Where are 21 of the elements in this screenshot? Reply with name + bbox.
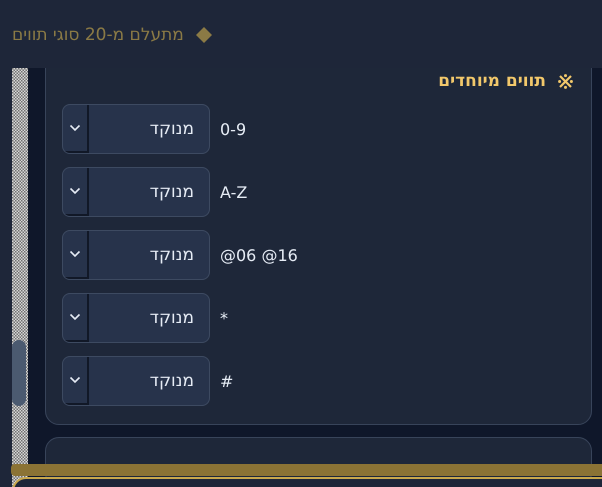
section-title: תווים מיוחדים: [438, 71, 546, 91]
chevron-down-icon: [69, 250, 81, 258]
style-select[interactable]: מנוקד: [62, 293, 210, 343]
chevron-down-icon: [69, 376, 81, 384]
ignore-count-note: מתעלם מ-20 סוגי תווים: [12, 25, 184, 45]
chevron-down-icon: [69, 124, 81, 132]
style-select[interactable]: מנוקד: [62, 167, 210, 217]
scrollbar-track[interactable]: [12, 68, 28, 487]
chevron-down-icon: [69, 187, 81, 195]
style-select[interactable]: מנוקד: [62, 356, 210, 406]
style-select[interactable]: מנוקד: [62, 230, 210, 280]
reference-mark-icon: [558, 74, 573, 88]
style-select[interactable]: מנוקד: [62, 104, 210, 154]
character-group-label: #: [220, 372, 234, 390]
chevron-down-icon: [69, 313, 81, 321]
diamond-icon: [196, 27, 212, 43]
character-group-label: 0-9: [220, 120, 246, 138]
character-group-label: A-Z: [220, 182, 248, 202]
scrollbar-thumb[interactable]: [12, 340, 26, 406]
character-group-label: *: [220, 308, 228, 328]
character-group-label: @06 @16: [220, 246, 298, 264]
